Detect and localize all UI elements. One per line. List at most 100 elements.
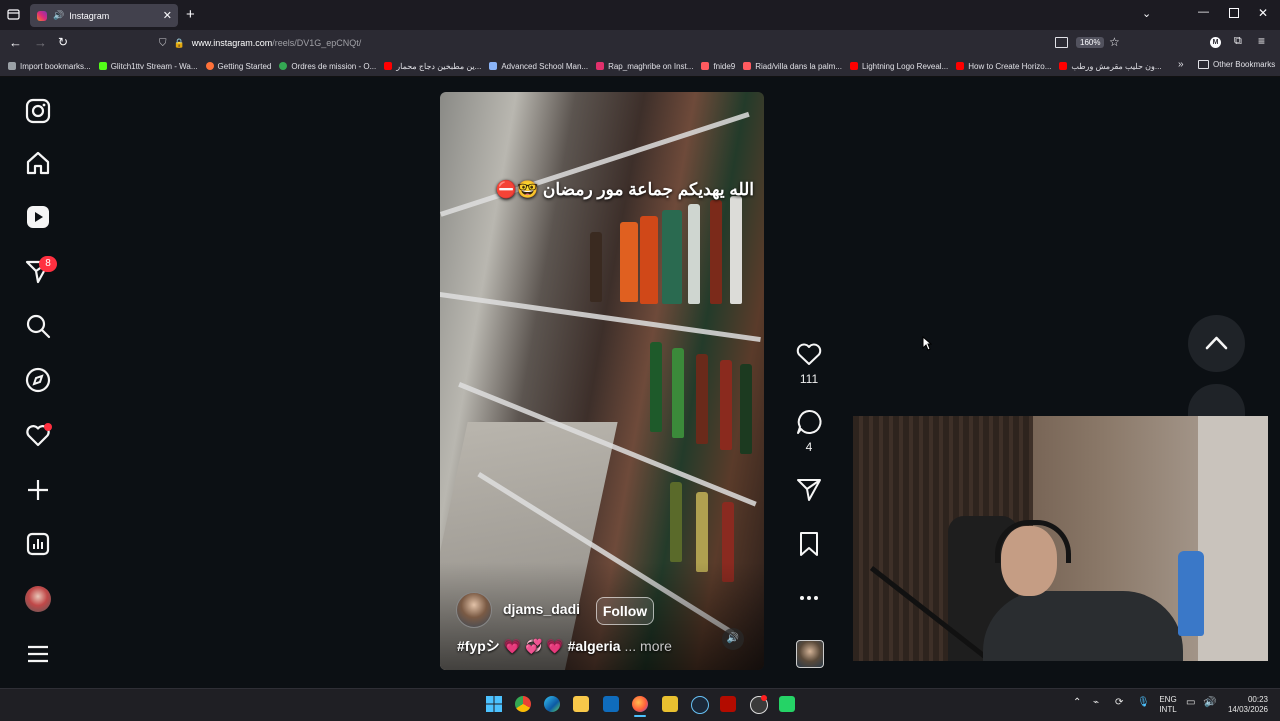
bookmarks-overflow-icon[interactable]: » — [1178, 59, 1184, 70]
url-bar[interactable]: ⛉ 🔒 www.instagram.com /reels/DV1G_epCNQt… — [150, 33, 1130, 53]
bookmark-item[interactable]: ين مطبخين دجاج محمار... — [384, 62, 481, 71]
language-code: ENG — [1159, 695, 1177, 704]
caption-more[interactable]: ... more — [624, 638, 671, 654]
bookmark-item[interactable]: Rap_maghribe on Inst... — [596, 62, 693, 71]
speaker-icon[interactable]: 🔊 — [53, 10, 64, 21]
bottle — [696, 492, 708, 572]
instagram-logo-icon[interactable] — [24, 97, 52, 125]
bottle — [710, 200, 722, 304]
clock[interactable]: 00:23 14/03/2026 — [1222, 695, 1268, 715]
windows-start-icon[interactable] — [486, 696, 502, 712]
maximize-button[interactable] — [1229, 8, 1239, 18]
bookmark-item[interactable]: fnide9 — [701, 62, 735, 71]
more-options-icon[interactable] — [794, 583, 824, 613]
reel-video[interactable] — [440, 92, 764, 670]
more-menu-icon[interactable] — [24, 640, 52, 668]
steam-icon[interactable] — [691, 696, 709, 714]
shelf-strip — [440, 111, 750, 217]
dashboard-icon[interactable] — [24, 530, 52, 558]
firefox-icon[interactable] — [632, 696, 648, 712]
lock-icon[interactable]: 🔒 — [174, 38, 185, 49]
bookmark-label: Import bookmarks... — [20, 61, 91, 71]
extensions-icon[interactable]: ⧉ — [1234, 35, 1242, 48]
minimize-button[interactable]: — — [1198, 6, 1209, 18]
caption-text: #fypシ 💗 💞 💗 #algeria — [457, 638, 621, 654]
sync-icon[interactable]: ⟳ — [1115, 697, 1123, 708]
show-hidden-icons[interactable]: ⌃ — [1073, 697, 1081, 708]
bookmark-item[interactable]: Riad/villa dans la palm... — [743, 62, 842, 71]
bookmark-label: fnide9 — [713, 61, 736, 71]
next-reel-button[interactable] — [1188, 384, 1245, 416]
reel-caption[interactable]: #fypシ 💗 💞 💗 #algeria ... more — [457, 636, 672, 656]
bottle — [730, 196, 742, 304]
reels-icon[interactable] — [24, 203, 52, 231]
reader-view-icon[interactable] — [1055, 37, 1068, 48]
notifications-icon[interactable] — [24, 421, 52, 449]
bookmark-star-icon[interactable]: ☆ — [1109, 35, 1120, 49]
follow-button[interactable]: Follow — [596, 597, 654, 625]
close-window-button[interactable]: ✕ — [1258, 6, 1268, 20]
zoom-level[interactable]: 160% — [1076, 37, 1105, 48]
author-username[interactable]: djams_dadi — [503, 601, 580, 617]
volume-icon[interactable]: 🔊 — [1204, 697, 1216, 708]
other-bookmarks[interactable]: Other Bookmarks — [1198, 60, 1276, 69]
tab-list-icon[interactable] — [7, 8, 20, 21]
bookmark-item[interactable]: Import bookmarks... — [8, 62, 91, 71]
home-icon[interactable] — [24, 149, 52, 177]
display-icon[interactable]: ▭ — [1186, 697, 1195, 708]
reload-icon[interactable]: ↻ — [58, 35, 68, 49]
tab-title: Instagram — [69, 10, 110, 21]
bookmark-favicon-icon — [205, 62, 214, 70]
previous-reel-button[interactable] — [1188, 315, 1245, 372]
url-path: /reels/DV1G_epCNQt/ — [272, 38, 362, 48]
bookmark-favicon-icon — [1059, 62, 1068, 70]
bookmark-favicon-icon — [489, 62, 498, 70]
share-icon[interactable] — [794, 474, 824, 504]
bookmark-item[interactable]: How to Create Horizo... — [956, 62, 1051, 71]
bookmark-item[interactable]: Glitch1ttv Stream - Wa... — [98, 62, 198, 71]
save-bookmark-icon[interactable] — [794, 529, 824, 559]
bookmark-item[interactable]: Lightning Logo Reveal... — [849, 62, 948, 71]
back-icon[interactable]: ← — [9, 35, 22, 50]
new-tab-button[interactable]: + — [186, 6, 195, 23]
microphone-icon[interactable]: 🎙 — [1137, 697, 1150, 708]
author-avatar[interactable] — [456, 592, 492, 628]
like-heart-icon[interactable] — [794, 339, 824, 369]
original-audio-thumbnail[interactable] — [796, 640, 824, 668]
profile-avatar[interactable] — [25, 586, 51, 612]
messages-badge: 8 — [39, 256, 57, 272]
search-icon[interactable] — [24, 312, 52, 340]
network-icon[interactable]: ⌁ — [1093, 697, 1099, 708]
bookmark-item[interactable]: Getting Started — [205, 62, 271, 71]
whatsapp-icon[interactable] — [779, 696, 795, 712]
list-all-tabs-icon[interactable]: ⌄ — [1142, 7, 1151, 20]
comment-icon[interactable] — [794, 407, 824, 437]
account-avatar[interactable]: M — [1210, 37, 1221, 48]
bottle — [670, 482, 682, 562]
bookmark-item[interactable]: Advanced School Man... — [489, 62, 588, 71]
notes-app-icon[interactable] — [662, 696, 678, 712]
webcam-overlay — [853, 416, 1268, 661]
bookmark-item[interactable]: Ordres de mission - O... — [279, 62, 376, 71]
file-explorer-icon[interactable] — [573, 696, 589, 712]
like-count: 111 — [799, 372, 819, 386]
edge-icon[interactable] — [544, 696, 560, 712]
tab-instagram[interactable]: 🔊 Instagram ✕ — [30, 4, 178, 27]
bookmark-favicon-icon — [279, 62, 288, 70]
bookmark-favicon-icon — [849, 62, 858, 70]
mute-toggle-icon[interactable]: 🔊 — [722, 628, 744, 650]
language-indicator[interactable]: ENG INTL — [1156, 695, 1180, 715]
create-icon[interactable] — [24, 476, 52, 504]
close-tab-icon[interactable]: ✕ — [163, 9, 172, 22]
menu-icon[interactable]: ≡ — [1258, 34, 1265, 48]
explore-icon[interactable] — [24, 366, 52, 394]
adobe-acrobat-icon[interactable] — [720, 696, 736, 712]
chrome-icon[interactable] — [515, 696, 531, 712]
recording-dot — [761, 695, 767, 701]
bookmark-label: ون حليب مقرمش ورطب... — [1071, 61, 1162, 71]
bookmark-item[interactable]: ون حليب مقرمش ورطب... — [1059, 61, 1162, 71]
outlook-icon[interactable] — [603, 696, 619, 712]
shield-icon[interactable]: ⛉ — [159, 38, 167, 49]
water-bottle — [1178, 551, 1204, 636]
forward-icon[interactable]: → — [34, 35, 47, 50]
